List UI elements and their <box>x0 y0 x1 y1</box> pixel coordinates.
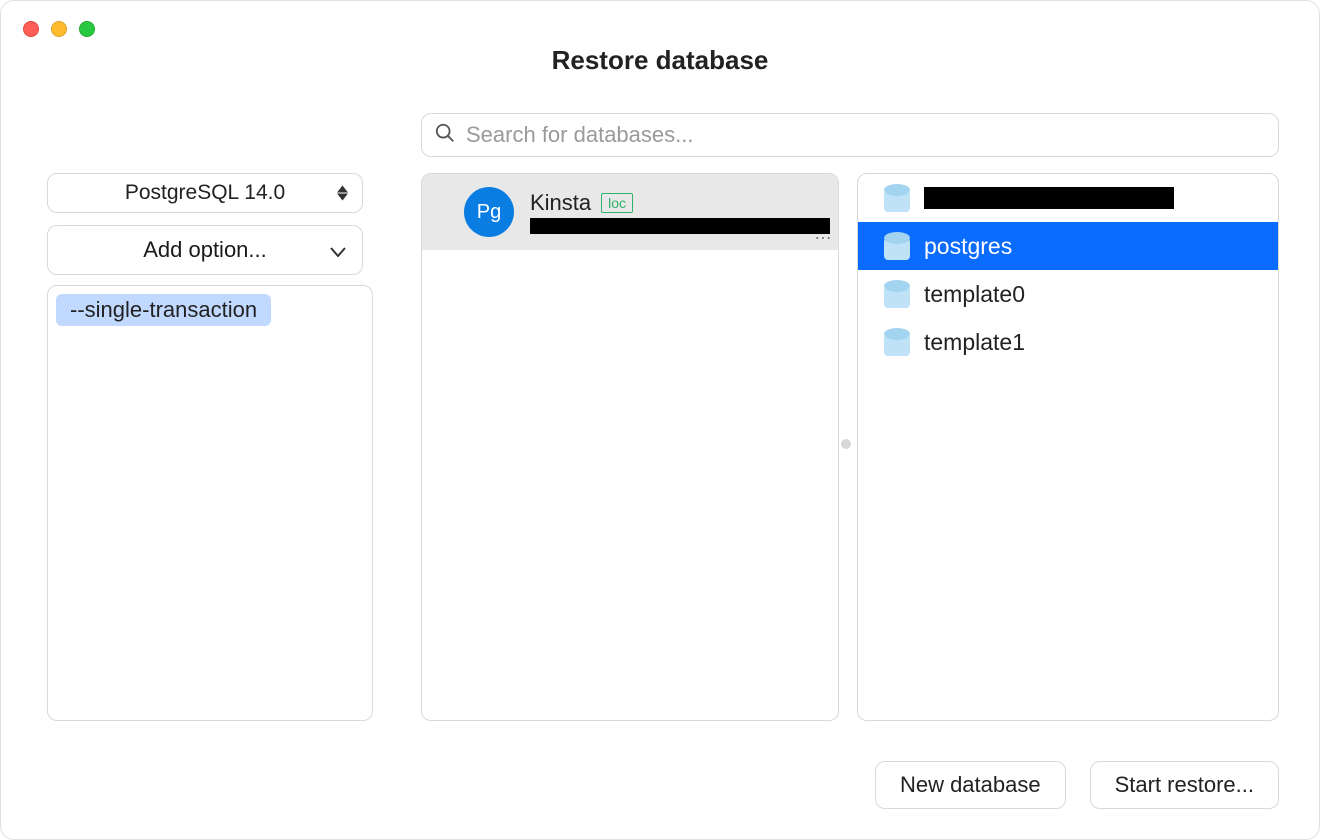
database-row[interactable] <box>858 174 1278 222</box>
options-list: --single-transaction <box>47 285 373 721</box>
connection-name: Kinsta <box>530 190 591 216</box>
options-panel: PostgreSQL 14.0 Add option... --single-t… <box>47 173 373 721</box>
start-restore-button[interactable]: Start restore... <box>1090 761 1279 809</box>
new-database-button[interactable]: New database <box>875 761 1066 809</box>
connection-row[interactable]: Pg Kinsta loc … <box>422 174 838 250</box>
dialog-window: Restore database PostgreSQL 14.0 Add opt… <box>0 0 1320 840</box>
connection-host-redacted <box>530 218 830 234</box>
window-close-button[interactable] <box>23 21 39 37</box>
postgres-version-select[interactable]: PostgreSQL 14.0 <box>47 173 363 213</box>
database-name: template1 <box>924 329 1025 356</box>
truncation-ellipsis: … <box>814 223 832 244</box>
connection-text: Kinsta loc <box>530 190 826 234</box>
splitter-handle[interactable] <box>841 439 851 449</box>
window-zoom-button[interactable] <box>79 21 95 37</box>
add-option-label: Add option... <box>143 237 267 263</box>
database-name: template0 <box>924 281 1025 308</box>
search-field-wrap[interactable] <box>421 113 1279 157</box>
connection-loc-tag: loc <box>601 193 633 213</box>
add-option-select[interactable]: Add option... <box>47 225 363 275</box>
database-name: postgres <box>924 233 1012 260</box>
window-minimize-button[interactable] <box>51 21 67 37</box>
chevron-down-icon <box>330 237 346 263</box>
search-bar <box>421 113 1279 157</box>
database-icon <box>884 328 910 356</box>
traffic-lights <box>23 21 95 37</box>
option-pill[interactable]: --single-transaction <box>56 294 271 326</box>
database-row[interactable]: template0 <box>858 270 1278 318</box>
database-name-redacted <box>924 187 1174 209</box>
postgres-badge-icon: Pg <box>464 187 514 237</box>
stepper-arrows-icon <box>337 186 348 201</box>
search-input[interactable] <box>466 122 1266 148</box>
database-row[interactable]: postgres <box>858 222 1278 270</box>
connections-list: Pg Kinsta loc … <box>421 173 839 721</box>
database-icon <box>884 232 910 260</box>
database-row[interactable]: template1 <box>858 318 1278 366</box>
postgres-version-label: PostgreSQL 14.0 <box>125 181 285 205</box>
database-icon <box>884 280 910 308</box>
search-icon <box>434 122 456 149</box>
database-list: postgres template0 template1 <box>857 173 1279 721</box>
database-icon <box>884 184 910 212</box>
footer-buttons: New database Start restore... <box>875 761 1279 809</box>
dialog-title: Restore database <box>1 45 1319 76</box>
